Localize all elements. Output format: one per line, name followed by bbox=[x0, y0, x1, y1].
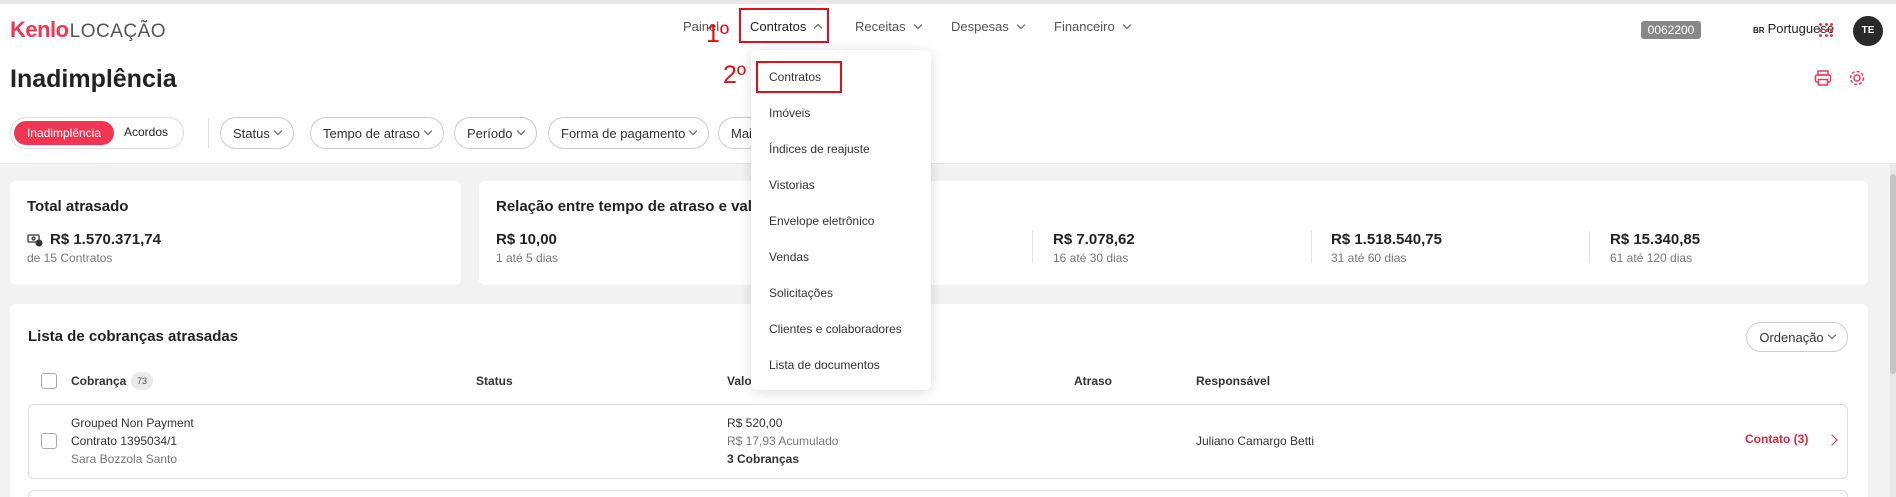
annotation-box-contratos-nav bbox=[739, 8, 829, 43]
print-icon[interactable] bbox=[1814, 69, 1832, 87]
menu-item-solicitacoes[interactable]: Solicitações bbox=[769, 286, 833, 300]
menu-item-vistorias[interactable]: Vistorias bbox=[769, 178, 815, 192]
relation-sub: 16 até 30 dias bbox=[1053, 251, 1129, 265]
total-sub: de 15 Contratos bbox=[27, 251, 113, 265]
count-badge: 73 bbox=[131, 372, 153, 390]
logo-brand: Kenlo bbox=[10, 17, 69, 42]
select-all-checkbox[interactable] bbox=[41, 373, 57, 389]
filter-forma-label: Forma de pagamento bbox=[561, 125, 686, 141]
relation-value: R$ 15.340,85 bbox=[1610, 231, 1701, 248]
page-header: Inadimplência Inadimplência Acordos Stat… bbox=[0, 52, 1896, 164]
row-charges: 3 Cobranças bbox=[727, 452, 800, 466]
chevron-down-icon bbox=[273, 126, 283, 136]
total-value: R$ 1.570.371,74 bbox=[50, 231, 161, 248]
relation-value: R$ 10,00 bbox=[496, 231, 557, 248]
row-value: R$ 520,00 bbox=[727, 416, 783, 430]
filter-tempo-atraso[interactable]: Tempo de atraso bbox=[310, 117, 444, 149]
menu-item-imoveis[interactable]: Imóveis bbox=[769, 106, 810, 120]
row-checkbox[interactable] bbox=[41, 433, 57, 449]
page-title: Inadimplência bbox=[10, 65, 177, 93]
relation-value: R$ 7.078,62 bbox=[1053, 231, 1135, 248]
view-toggle: Inadimplência Acordos bbox=[10, 117, 184, 149]
logo-product: LOCAÇÃO bbox=[69, 21, 167, 42]
nav-financeiro[interactable]: Financeiro bbox=[1054, 19, 1131, 34]
filter-status-label: Status bbox=[233, 125, 270, 141]
nav-despesas-label: Despesas bbox=[951, 19, 1009, 34]
nav-receitas-label: Receitas bbox=[855, 19, 906, 34]
nav-despesas[interactable]: Despesas bbox=[951, 19, 1026, 34]
row-contract[interactable]: Contrato 1395034/1 bbox=[71, 434, 177, 448]
total-atrasado-card: Total atrasado R$ 1.570.371,74 de 15 Con… bbox=[10, 181, 461, 285]
chevron-down-icon bbox=[913, 20, 922, 29]
relation-card-title: Relação entre tempo de atraso e valor bbox=[496, 198, 767, 215]
annotation-box-contratos-menu bbox=[756, 61, 842, 93]
relation-value: R$ 1.518.540,75 bbox=[1331, 231, 1442, 248]
filter-forma-pagamento[interactable]: Forma de pagamento bbox=[548, 117, 710, 149]
row-responsible: Juliano Camargo Betti bbox=[1196, 434, 1315, 448]
chevron-down-icon bbox=[516, 126, 525, 136]
row-name: Grouped Non Payment bbox=[71, 416, 194, 430]
avatar[interactable]: TE bbox=[1853, 16, 1883, 46]
money-alert-icon bbox=[27, 234, 43, 247]
flag-icon: BR bbox=[1753, 26, 1765, 35]
relation-sub: 1 até 5 dias bbox=[496, 251, 559, 265]
relation-sub: 61 até 120 dias bbox=[1610, 251, 1693, 265]
nav-financeiro-label: Financeiro bbox=[1054, 19, 1115, 34]
menu-item-clientes[interactable]: Clientes e colaboradores bbox=[769, 322, 902, 336]
filter-status[interactable]: Status bbox=[220, 117, 294, 149]
toggle-acordos[interactable]: Acordos bbox=[124, 125, 168, 139]
divider bbox=[1589, 231, 1590, 263]
annotation-step-2: 2º bbox=[723, 61, 747, 89]
chevron-down-icon bbox=[423, 126, 433, 136]
contratos-dropdown-menu: Contratos Imóveis Índices de reajuste Vi… bbox=[751, 50, 931, 390]
filter-periodo[interactable]: Período bbox=[454, 117, 537, 149]
list-title: Lista de cobranças atrasadas bbox=[28, 328, 239, 345]
menu-item-vendas[interactable]: Vendas bbox=[769, 250, 809, 264]
top-navbar: Kenlo LOCAÇÃO Painel Contratos Receitas … bbox=[0, 0, 1896, 52]
col-atraso[interactable]: Atraso bbox=[1074, 374, 1112, 388]
row-accumulated: R$ 17,93 Acumulado bbox=[727, 434, 839, 448]
apps-grid-icon[interactable] bbox=[1819, 23, 1833, 37]
row-person: Sara Bozzola Santo bbox=[71, 452, 178, 466]
contact-link[interactable]: Contato (3) bbox=[1745, 432, 1808, 446]
scrollbar-thumb[interactable] bbox=[1890, 174, 1896, 374]
col-responsavel[interactable]: Responsável bbox=[1196, 374, 1270, 388]
scrollbar[interactable] bbox=[1890, 164, 1896, 497]
divider bbox=[208, 118, 209, 148]
table-row[interactable] bbox=[28, 404, 1848, 479]
divider bbox=[1311, 231, 1312, 263]
chevron-down-icon bbox=[1827, 330, 1836, 340]
menu-item-documentos[interactable]: Lista de documentos bbox=[769, 358, 880, 372]
menu-item-indices[interactable]: Índices de reajuste bbox=[769, 142, 870, 156]
filter-periodo-label: Período bbox=[467, 125, 513, 141]
col-valor[interactable]: Valo bbox=[727, 374, 752, 388]
table-row[interactable] bbox=[28, 490, 1848, 497]
menu-item-envelope[interactable]: Envelope eletrônico bbox=[769, 214, 874, 228]
divider bbox=[1032, 231, 1033, 263]
relation-sub: 31 até 60 dias bbox=[1331, 251, 1407, 265]
annotation-step-1: 1º bbox=[706, 20, 730, 48]
filter-tempo-label: Tempo de atraso bbox=[323, 125, 420, 141]
total-card-title: Total atrasado bbox=[27, 198, 129, 215]
chevron-down-icon bbox=[1016, 20, 1026, 29]
nav-receitas[interactable]: Receitas bbox=[855, 19, 922, 34]
col-status[interactable]: Status bbox=[476, 374, 513, 388]
chevron-down-icon bbox=[689, 126, 698, 136]
filter-more-label: Mai bbox=[731, 125, 752, 141]
col-cobranca[interactable]: Cobrança bbox=[71, 374, 126, 388]
toggle-inadimplencia[interactable]: Inadimplência bbox=[14, 121, 114, 145]
gear-icon[interactable] bbox=[1848, 69, 1866, 87]
kenlo-logo[interactable]: Kenlo LOCAÇÃO bbox=[10, 17, 166, 43]
relation-card: Relação entre tempo de atraso e valor R$… bbox=[479, 181, 1868, 285]
sort-label: Ordenação bbox=[1759, 329, 1824, 345]
chevron-down-icon bbox=[1122, 20, 1131, 29]
sort-button[interactable]: Ordenação bbox=[1746, 322, 1848, 352]
account-code-badge: 0062200 bbox=[1641, 21, 1701, 39]
